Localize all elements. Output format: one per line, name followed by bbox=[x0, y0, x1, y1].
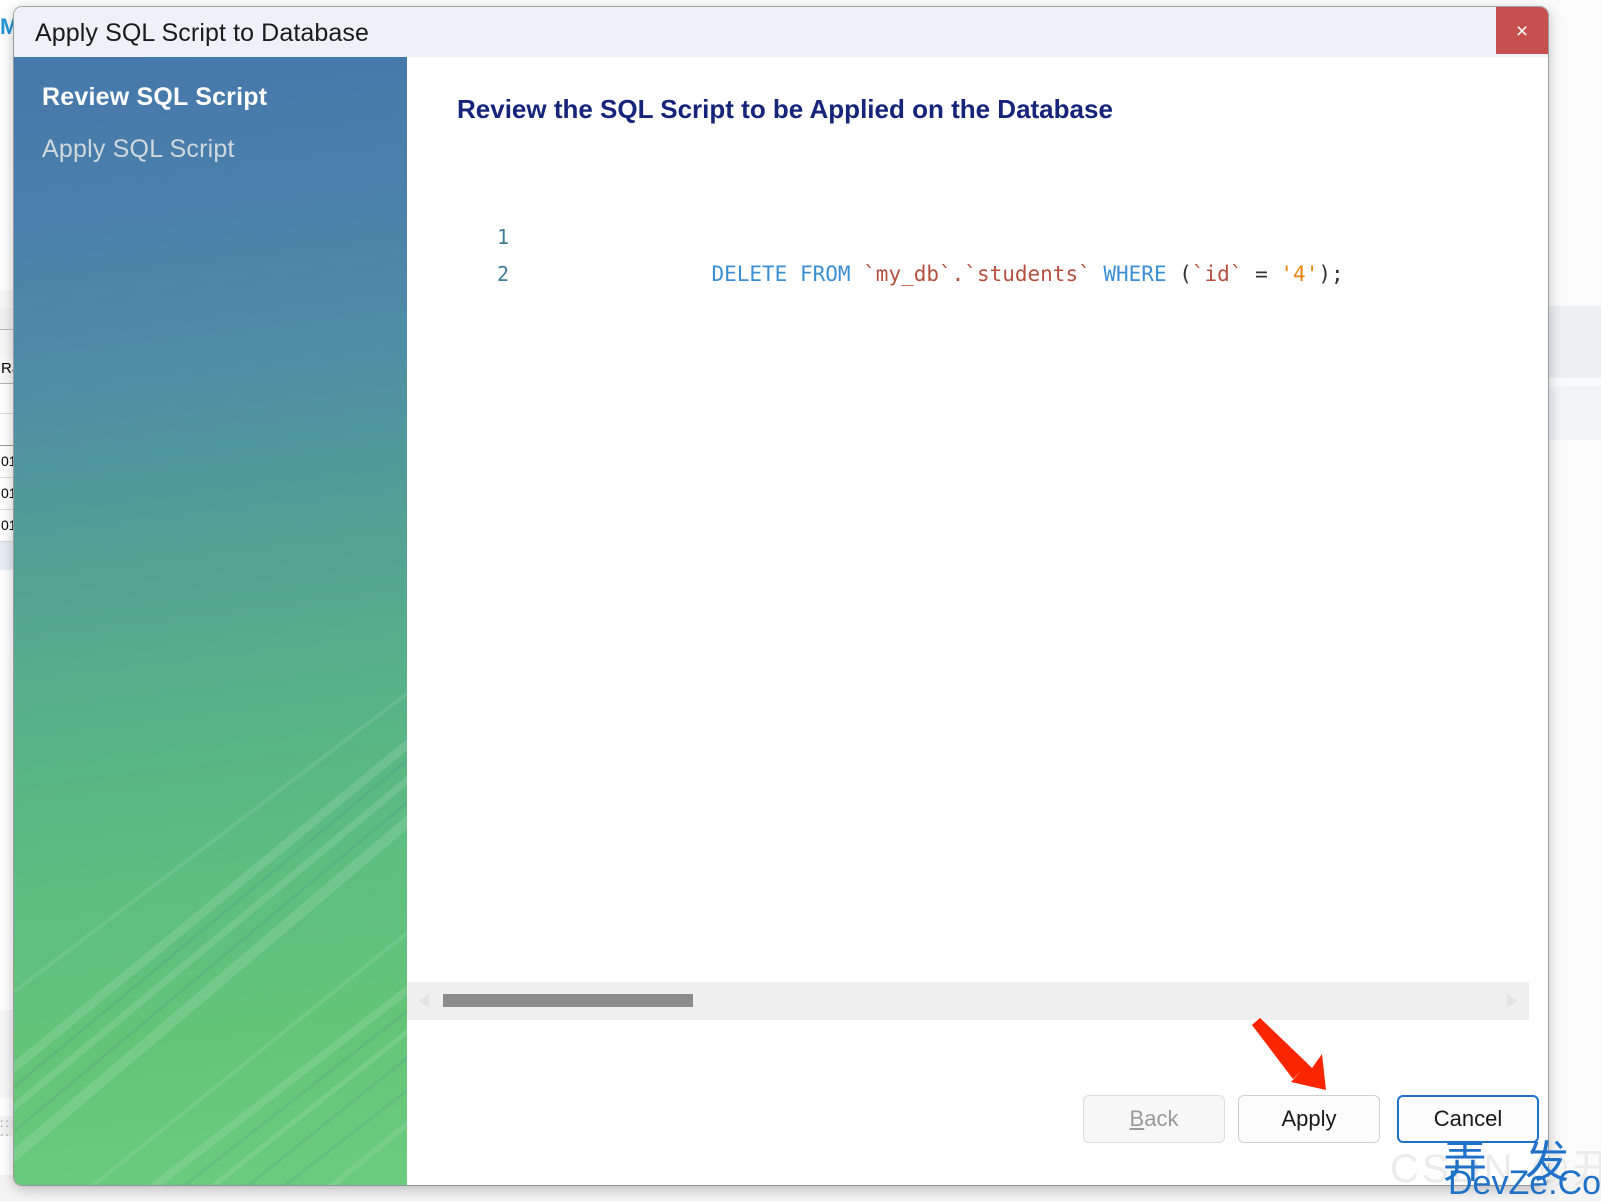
scroll-right-arrow-icon[interactable] bbox=[1499, 982, 1525, 1020]
grid-column-header: Ra bbox=[0, 356, 14, 384]
dialog-title: Apply SQL Script to Database bbox=[35, 19, 369, 47]
grid-toolbar-divider bbox=[0, 308, 14, 330]
background-side-panel bbox=[0, 1038, 14, 1098]
scroll-left-arrow-icon[interactable] bbox=[411, 982, 437, 1020]
line-number: 2 bbox=[496, 262, 509, 286]
apply-button[interactable]: Apply bbox=[1238, 1095, 1380, 1143]
decorative-wave-pattern bbox=[14, 691, 407, 1185]
right-panel-section bbox=[1548, 386, 1601, 440]
dialog-content: Review the SQL Script to be Applied on t… bbox=[407, 57, 1548, 1185]
sql-script-viewer[interactable]: 1 DELETE FROM `my_db`.`students` WHERE (… bbox=[407, 197, 1548, 982]
grid-empty-area bbox=[0, 570, 14, 1010]
back-button-label: ack bbox=[1144, 1106, 1179, 1131]
table-row[interactable]: 01 bbox=[0, 446, 14, 478]
code-line: 2 bbox=[407, 256, 1548, 293]
table-row[interactable]: 01 bbox=[0, 510, 14, 542]
sidebar-item-review-sql-script[interactable]: Review SQL Script bbox=[42, 83, 267, 112]
sidebar-item-apply-sql-script[interactable]: Apply SQL Script bbox=[42, 135, 235, 164]
back-button-accel: B bbox=[1129, 1106, 1145, 1131]
table-row[interactable]: 01 bbox=[0, 478, 14, 510]
grid-row-editing[interactable] bbox=[0, 414, 14, 446]
background-right-panel bbox=[1548, 0, 1601, 1201]
line-number: 1 bbox=[496, 225, 509, 249]
grid-toolbar bbox=[0, 290, 14, 308]
background-result-grid: Ra 01 01 01 bbox=[0, 290, 14, 1050]
grid-spacer bbox=[0, 330, 14, 356]
right-panel-section bbox=[1548, 306, 1601, 378]
page-title: Review the SQL Script to be Applied on t… bbox=[457, 94, 1113, 124]
close-icon[interactable]: × bbox=[1496, 7, 1548, 54]
grid-row-blank[interactable] bbox=[0, 384, 14, 414]
horizontal-scrollbar[interactable] bbox=[407, 982, 1529, 1020]
apply-sql-script-dialog: Apply SQL Script to Database × Review SQ… bbox=[14, 7, 1548, 1185]
wizard-steps-sidebar: Review SQL Script Apply SQL Script bbox=[14, 57, 407, 1185]
cancel-button[interactable]: Cancel bbox=[1397, 1095, 1539, 1143]
dialog-footer: Back Apply Cancel bbox=[407, 1065, 1548, 1185]
background-dots: :: :: bbox=[0, 1116, 14, 1136]
scrollbar-thumb[interactable] bbox=[443, 994, 693, 1007]
code-line: 1 DELETE FROM `my_db`.`students` WHERE (… bbox=[407, 219, 1548, 286]
dialog-title-bar: Apply SQL Script to Database × bbox=[14, 7, 1548, 58]
grid-row-selected[interactable] bbox=[0, 542, 14, 570]
back-button[interactable]: Back bbox=[1083, 1095, 1225, 1143]
app-logo-glyph: M bbox=[0, 14, 14, 39]
